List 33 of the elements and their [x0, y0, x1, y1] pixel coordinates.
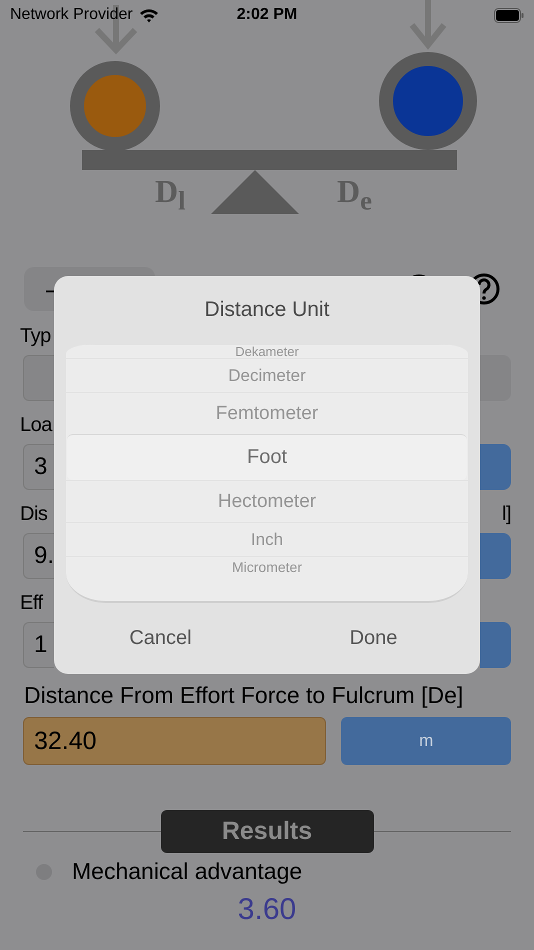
results-heading: Results — [160, 810, 374, 853]
unit-button[interactable] — [480, 622, 511, 668]
field-label: Dis — [20, 503, 48, 526]
done-button[interactable]: Done — [267, 603, 480, 674]
input-field[interactable]: 3 — [23, 444, 54, 490]
dialog-title: Distance Unit — [204, 298, 330, 322]
result-label: Mechanical advantage — [72, 858, 302, 885]
picker-option[interactable]: Micrometer — [66, 556, 468, 576]
input-field[interactable]: 1 — [23, 622, 54, 668]
carrier-name: Network Provider — [10, 6, 133, 24]
input-field[interactable]: 32.40 — [23, 717, 326, 765]
unit-button[interactable] — [480, 533, 511, 579]
field-label: Eff — [20, 592, 43, 615]
field-label: Typ — [20, 325, 51, 348]
unit-button[interactable] — [480, 444, 511, 490]
picker-option[interactable]: Inch — [66, 522, 468, 556]
field-label: Distance From Effort Force to Fulcrum [De] — [23, 682, 464, 709]
type-selector[interactable] — [23, 355, 54, 401]
field-label: l] — [502, 503, 511, 526]
input-field[interactable]: 9. — [23, 533, 54, 579]
picker-option[interactable]: Decimeter — [66, 358, 468, 392]
field-label: Loa — [20, 414, 52, 437]
battery-icon — [494, 8, 524, 22]
unit-picker[interactable]: Dekameter Decimeter Femtometer Foot Hectometer Inch Micrometer — [66, 344, 468, 603]
unit-button[interactable]: m — [341, 717, 511, 765]
status-time: 2:02 PM — [236, 6, 298, 24]
picker-option[interactable]: Foot — [67, 434, 467, 480]
picker-option[interactable]: Dekameter — [66, 344, 468, 358]
selector-segment[interactable] — [480, 355, 511, 401]
wifi-icon — [138, 8, 159, 22]
picker-option[interactable]: Hectometer — [66, 480, 468, 522]
cancel-button[interactable]: Cancel — [54, 603, 267, 674]
result-value: 3.60 — [236, 893, 298, 927]
